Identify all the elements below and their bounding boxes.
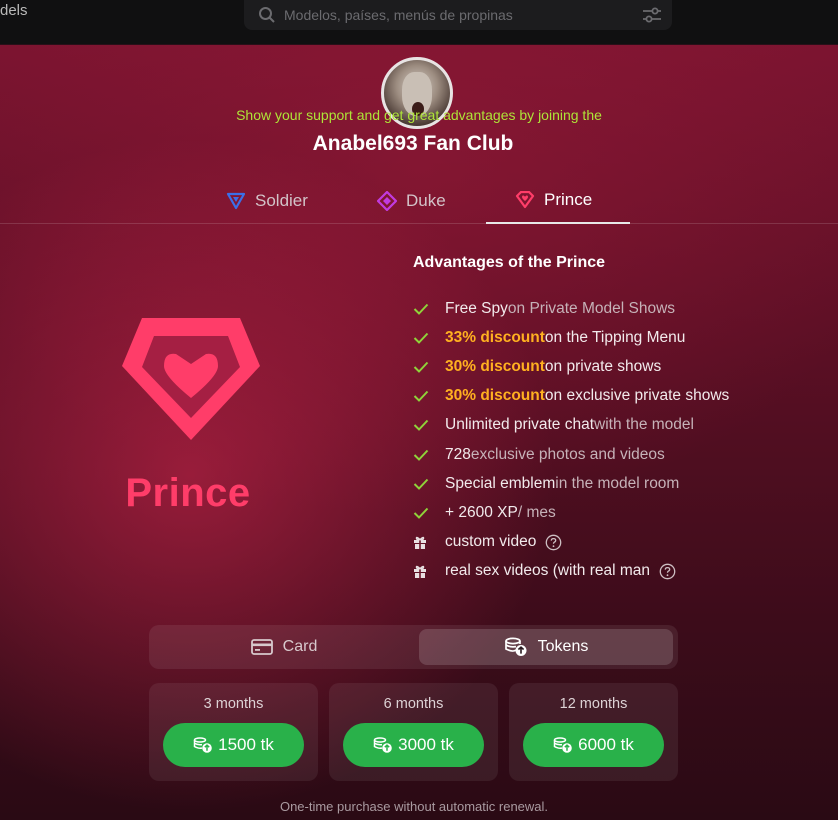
list-item: + 2600 XP / mes xyxy=(413,498,729,527)
buy-6-months-button[interactable]: 3000 tk xyxy=(343,723,484,767)
tab-prince[interactable]: Prince xyxy=(486,177,630,224)
tokens-label: Tokens xyxy=(537,638,589,655)
advantage-main: + 2600 XP xyxy=(445,503,518,521)
check-icon xyxy=(413,332,445,344)
price-label: 1500 tk xyxy=(218,735,274,754)
advantage-main: real sex videos (with real man xyxy=(445,562,651,580)
list-item: Special emblem in the model room xyxy=(413,469,729,498)
advantage-main: Special emblem xyxy=(445,474,556,492)
tier-tabs: Soldier Duke Prince xyxy=(0,177,838,224)
filter-icon[interactable] xyxy=(642,6,662,29)
top-bar: dels Modelos, países, menús de propinas xyxy=(0,0,838,44)
check-icon xyxy=(413,449,445,461)
advantage-rest: exclusive photos and videos xyxy=(470,445,665,463)
token-coin-icon xyxy=(373,736,393,754)
fan-club-modal: Show your support and get great advantag… xyxy=(0,44,838,820)
plan-card-3-months: 3 months 1500 tk xyxy=(149,683,318,781)
check-icon xyxy=(413,361,445,373)
token-coin-icon xyxy=(193,736,213,754)
support-text: Show your support and get great advantag… xyxy=(236,107,602,123)
advantage-rest: on exclusive private shows xyxy=(544,387,730,405)
list-item: 30% discount on exclusive private shows xyxy=(413,382,729,411)
prince-emblem-icon xyxy=(120,314,262,449)
heart-gem-icon xyxy=(515,190,535,209)
buy-12-months-button[interactable]: 6000 tk xyxy=(523,723,664,767)
buy-3-months-button[interactable]: 1500 tk xyxy=(163,723,304,767)
advantage-main: Unlimited private chat xyxy=(445,416,595,434)
advantage-highlight: 33% discount xyxy=(445,328,545,346)
plan-period: 6 months xyxy=(383,696,444,712)
help-icon[interactable] xyxy=(545,534,562,551)
list-item: custom video xyxy=(413,528,729,557)
tab-prince-label: Prince xyxy=(544,189,593,209)
search-input[interactable]: Modelos, países, menús de propinas xyxy=(284,7,513,23)
list-item: 30% discount on private shows xyxy=(413,352,729,381)
check-icon xyxy=(413,478,445,490)
tier-title: Prince xyxy=(125,471,251,515)
check-icon xyxy=(413,507,445,519)
renewal-note: One-time purchase without automatic rene… xyxy=(279,799,549,814)
list-item: 728 exclusive photos and videos xyxy=(413,440,729,469)
list-item: Unlimited private chat with the model xyxy=(413,411,729,440)
gift-icon xyxy=(413,564,445,579)
advantage-highlight: 30% discount xyxy=(445,387,545,405)
list-item: 33% discount on the Tipping Menu xyxy=(413,323,729,352)
price-label: 6000 tk xyxy=(578,735,634,754)
check-icon xyxy=(413,419,445,432)
help-icon[interactable] xyxy=(659,563,676,580)
list-item: real sex videos (with real man xyxy=(413,557,729,586)
tab-soldier[interactable]: Soldier xyxy=(226,177,308,224)
advantage-main: 728 xyxy=(445,445,471,463)
plan-period: 3 months xyxy=(203,696,264,712)
advantage-rest: on the Tipping Menu xyxy=(544,328,686,346)
club-title: Anabel693 Fan Club xyxy=(312,132,514,155)
search-icon xyxy=(258,6,276,29)
advantage-rest: on Private Model Shows xyxy=(507,299,676,317)
advantage-highlight: 30% discount xyxy=(445,357,545,375)
price-label: 3000 tk xyxy=(398,735,454,754)
nav-text[interactable]: dels xyxy=(0,2,28,19)
check-icon xyxy=(413,390,445,403)
advantage-rest: with the model xyxy=(594,416,694,434)
triangle-gem-icon xyxy=(226,192,246,210)
advantage-rest: on private shows xyxy=(544,357,662,375)
check-icon xyxy=(413,303,445,315)
plan-card-12-months: 12 months 6000 tk xyxy=(509,683,678,781)
tokens-icon xyxy=(504,637,528,657)
advantage-rest: / mes xyxy=(517,503,556,521)
tab-duke[interactable]: Duke xyxy=(377,177,446,224)
advantage-main: Free Spy xyxy=(445,299,508,317)
tab-duke-label: Duke xyxy=(406,190,446,210)
advantage-rest: in the model room xyxy=(555,474,680,492)
token-coin-icon xyxy=(553,736,573,754)
list-item: Free Spy on Private Model Shows xyxy=(413,294,729,323)
tab-soldier-label: Soldier xyxy=(255,190,308,210)
credit-card-icon xyxy=(250,639,273,655)
advantages-list: Free Spy on Private Model Shows 33% disc… xyxy=(413,294,729,586)
gift-icon xyxy=(413,535,445,550)
search-bar[interactable]: Modelos, países, menús de propinas xyxy=(244,0,672,30)
diamond-gem-icon xyxy=(377,190,397,211)
advantages-title: Advantages of the Prince xyxy=(413,254,606,271)
plan-period: 12 months xyxy=(559,696,628,712)
payment-method-toggle: Card Tokens xyxy=(149,625,678,669)
plan-card-6-months: 6 months 3000 tk xyxy=(329,683,498,781)
tokens-option[interactable]: Tokens xyxy=(419,629,673,665)
advantage-main: custom video xyxy=(445,533,537,551)
card-label: Card xyxy=(282,638,318,655)
card-option[interactable]: Card xyxy=(153,629,415,665)
